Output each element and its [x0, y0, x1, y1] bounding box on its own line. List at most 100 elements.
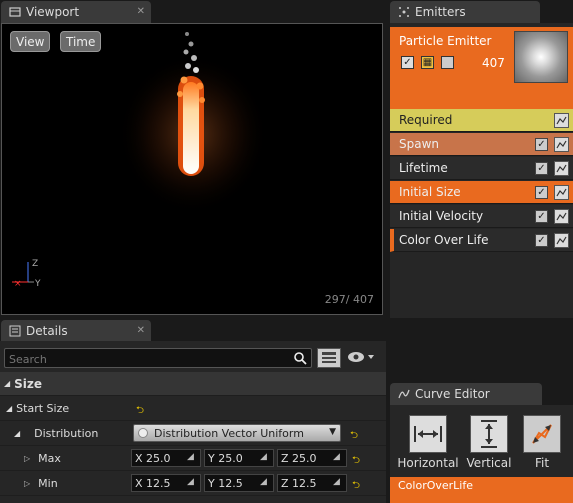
reset-to-default-icon[interactable]: ⮌: [350, 428, 358, 445]
module-row-color-over-life[interactable]: Color Over Life ✓: [390, 229, 573, 252]
emitter-name: Particle Emitter: [399, 34, 492, 48]
section-size[interactable]: ◢ Size: [0, 372, 386, 396]
drag-arrow-icon[interactable]: ◢: [260, 452, 270, 462]
module-enable-checkbox[interactable]: ✓: [535, 137, 548, 151]
collapse-arrow-icon[interactable]: ◢: [4, 379, 10, 388]
max-z-field[interactable]: Z 25.0 ◢: [277, 449, 347, 467]
module-label: Spawn: [399, 137, 440, 151]
curve-editor-icon: [398, 388, 410, 400]
svg-text:×: ×: [14, 279, 22, 289]
emitter-enable-checkbox[interactable]: ✓: [401, 56, 414, 69]
max-x-field[interactable]: X 25.0 ◢: [131, 449, 201, 467]
tab-emitters[interactable]: Emitters: [390, 1, 540, 23]
search-box: [4, 348, 312, 368]
fit-label: Fit: [534, 456, 550, 470]
min-z-field[interactable]: Z 12.5 ◢: [277, 474, 347, 492]
module-row-initial-velocity[interactable]: Initial Velocity ✓: [390, 205, 573, 228]
axis-y-label: Y: [34, 279, 41, 289]
fit-button[interactable]: Fit: [520, 408, 564, 470]
distribution-value: Distribution Vector Uniform: [154, 426, 304, 440]
search-input[interactable]: [9, 351, 279, 367]
emitters-icon: [398, 6, 410, 18]
module-enable-checkbox[interactable]: ✓: [535, 233, 548, 247]
vertical-arrows-icon: [470, 415, 508, 453]
max-x-value: 25.0: [146, 451, 171, 465]
horizontal-fit-button[interactable]: Horizontal: [397, 408, 459, 470]
curve-toggle-icon[interactable]: [554, 232, 569, 248]
curve-toggle-icon[interactable]: [554, 136, 569, 152]
tab-viewport[interactable]: Viewport ✕: [1, 1, 151, 23]
prop-label: Max: [38, 451, 61, 465]
curve-toggle-icon[interactable]: [554, 160, 569, 176]
module-enable-checkbox[interactable]: ✓: [535, 185, 548, 199]
prop-min: ▷ Min X 12.5 ◢ Y 12.5 ◢ Z 12.5 ◢ ⮌: [0, 471, 386, 496]
collapse-arrow-icon[interactable]: ◢: [14, 429, 20, 438]
module-label: Initial Velocity: [399, 209, 484, 223]
prop-distribution: ◢ Distribution Distribution Vector Unifo…: [0, 421, 386, 446]
drag-arrow-icon[interactable]: ◢: [187, 452, 197, 462]
drag-arrow-icon[interactable]: ◢: [260, 477, 270, 487]
axis-z-label: Z: [32, 259, 38, 269]
view-button[interactable]: View: [10, 31, 51, 52]
axis-label: X: [135, 476, 143, 490]
module-label: Lifetime: [399, 161, 448, 175]
drag-arrow-icon[interactable]: ◢: [333, 477, 343, 487]
curve-item-label: ColorOverLife: [398, 479, 474, 492]
emitter-lod-icon[interactable]: [441, 56, 454, 69]
property-matrix-icon[interactable]: [317, 348, 341, 368]
reset-to-default-icon[interactable]: ⮌: [352, 478, 360, 495]
details-icon: [9, 325, 21, 337]
horizontal-arrows-icon: [409, 415, 447, 453]
reset-to-default-icon[interactable]: ⮌: [352, 453, 360, 470]
module-enable-checkbox[interactable]: ✓: [535, 209, 548, 223]
reset-to-default-icon[interactable]: ⮌: [136, 403, 144, 420]
module-label: Required: [399, 113, 453, 127]
vertical-fit-button[interactable]: Vertical: [464, 408, 514, 470]
curve-toggle-icon[interactable]: [554, 208, 569, 224]
particle-preview: [118, 32, 268, 214]
module-row-required[interactable]: Required: [390, 109, 573, 132]
axis-label: Y: [208, 476, 215, 490]
min-x-field[interactable]: X 12.5 ◢: [131, 474, 201, 492]
expand-arrow-icon[interactable]: ▷: [24, 479, 30, 488]
tab-details[interactable]: Details ✕: [1, 320, 151, 342]
curve-toggle-icon[interactable]: [554, 184, 569, 200]
drag-arrow-icon[interactable]: ◢: [333, 452, 343, 462]
tab-curve-editor-label: Curve Editor: [415, 387, 490, 401]
drag-arrow-icon[interactable]: ◢: [187, 477, 197, 487]
module-row-initial-size[interactable]: Initial Size ✓: [390, 181, 573, 204]
module-enable-checkbox[interactable]: ✓: [535, 161, 548, 175]
emitters-panel: Particle Emitter ✓ ▦ 407 Required Spawn …: [390, 23, 573, 318]
close-icon[interactable]: ✕: [137, 6, 145, 17]
min-y-value: 12.5: [218, 476, 243, 490]
close-icon[interactable]: ✕: [137, 325, 145, 336]
prop-start-size: ◢ Start Size ⮌: [0, 396, 386, 421]
emitter-render-mode-icon[interactable]: ▦: [421, 56, 434, 69]
section-header: ◢ Size: [4, 377, 42, 391]
prop-max: ▷ Max X 25.0 ◢ Y 25.0 ◢ Z 25.0 ◢ ⮌: [0, 446, 386, 471]
collapse-arrow-icon[interactable]: ◢: [6, 404, 12, 413]
axis-gizmo: × Z Y: [8, 256, 48, 296]
expand-arrow-icon[interactable]: ▷: [24, 454, 30, 463]
distribution-dropdown[interactable]: Distribution Vector Uniform ▼: [133, 424, 341, 442]
axis-label: Z: [281, 476, 289, 490]
eye-icon[interactable]: [346, 349, 376, 368]
emitter-card[interactable]: Particle Emitter ✓ ▦ 407: [390, 27, 573, 109]
prop-label: Min: [38, 476, 58, 490]
viewport-canvas[interactable]: View Time × Z Y 297/ 407: [1, 23, 383, 315]
module-row-spawn[interactable]: Spawn ✓: [390, 133, 573, 156]
module-row-lifetime[interactable]: Lifetime ✓: [390, 157, 573, 180]
min-y-field[interactable]: Y 12.5 ◢: [204, 474, 274, 492]
prop-label: Distribution: [34, 426, 99, 440]
curve-toggle-icon[interactable]: [554, 112, 569, 128]
tab-curve-editor[interactable]: Curve Editor: [390, 383, 542, 405]
emitter-thumbnail: [514, 31, 568, 83]
curve-item-color-over-life[interactable]: ColorOverLife: [390, 477, 573, 503]
time-button-label: Time: [66, 34, 96, 49]
time-button[interactable]: Time: [60, 31, 102, 52]
search-icon[interactable]: [293, 351, 307, 368]
emitter-particle-count: 407: [482, 56, 505, 70]
tab-emitters-label: Emitters: [415, 5, 466, 19]
max-y-field[interactable]: Y 25.0 ◢: [204, 449, 274, 467]
min-x-value: 12.5: [146, 476, 171, 490]
